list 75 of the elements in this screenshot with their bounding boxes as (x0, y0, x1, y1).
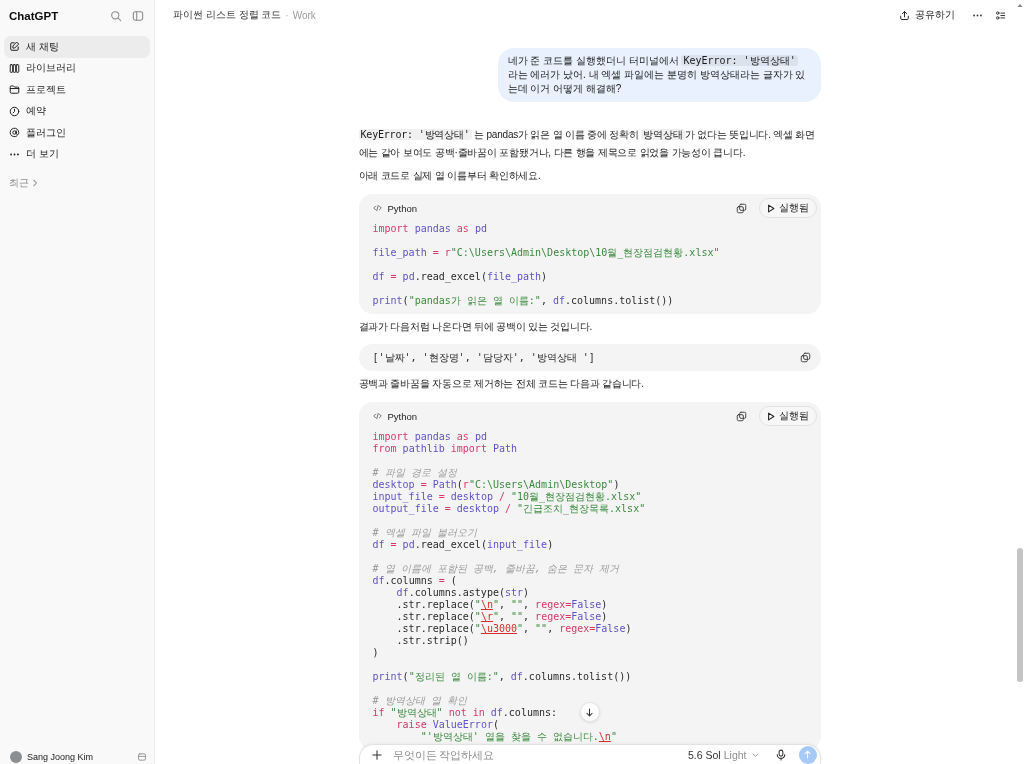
books-icon (9, 62, 20, 74)
share-icon (899, 9, 910, 21)
clock-icon (9, 105, 20, 117)
code-line: # 방역상태 열 확인 (372, 694, 467, 707)
code-language-label: Python (387, 410, 418, 422)
code-language-label: Python (387, 202, 418, 214)
run-button[interactable]: 실행됨 (758, 198, 817, 218)
copy-icon[interactable] (799, 352, 811, 363)
title-separator: · (285, 9, 289, 21)
code-line: # 파일 경로 설정 (372, 466, 457, 479)
model-selector[interactable]: 5.6 Sol Light (688, 748, 759, 761)
search-icon[interactable] (110, 10, 122, 22)
at-sign-icon (9, 127, 20, 139)
code-line: output_file = desktop / "긴급조치_현장목록.xlsx" (372, 502, 646, 515)
code-line: file_path = r"C:\Users\Admin\Desktop\10월_현장점검현황.xlsx" (372, 246, 720, 259)
microphone-icon[interactable] (774, 748, 787, 761)
composer-field[interactable]: 무엇이든 작업하세요 5.6 Sol Light (358, 744, 821, 764)
code-line: df.columns.astype(str) (395, 586, 530, 599)
code-line: desktop = Path(r"C:\Users\Admin\Desktop") (372, 478, 620, 491)
copy-icon[interactable] (735, 202, 747, 214)
message-paragraph: 공백과 줄바꿈을 자동으로 제거하는 전체 코드는 다음과 같습니다. (358, 377, 645, 391)
code-line: ['날짜', '현장명', '담당자', '방역상태 '] (372, 351, 595, 364)
sidebar-item[interactable]: 새 채팅 (4, 36, 150, 58)
user-avatar[interactable] (10, 751, 22, 763)
user-name[interactable]: Sang Joong Kim (27, 752, 94, 762)
code-icon (372, 204, 382, 212)
app-logo[interactable]: ChatGPT (9, 10, 59, 22)
scrollbar-thumb[interactable] (1017, 548, 1023, 682)
code-line: "'방역상태' 열을 찾을 수 없습니다.\n" (419, 730, 617, 743)
code-icon (372, 412, 382, 420)
sidebar-toggle-icon[interactable] (132, 10, 144, 22)
sidebar-item[interactable]: 예약 (4, 100, 150, 122)
code-line: df = pd.read_excel(file_path) (372, 270, 548, 283)
arrow-down-icon (585, 707, 594, 717)
panel-icon[interactable] (137, 752, 147, 762)
code-line: df = pd.read_excel(input_file) (372, 538, 554, 551)
code-line: if "방역상태" not in df.columns: (372, 706, 557, 719)
code-line: raise ValueError( (395, 718, 499, 731)
code-line: print("pandas가 읽은 열 이름:", df.columns.tolist()) (372, 294, 674, 307)
code-line: print("정리된 열 이름:", df.columns.tolist()) (372, 670, 632, 683)
message-paragraph: 아래 코드로 실제 열 이름부터 확인하세요. (358, 169, 542, 183)
plus-icon[interactable] (370, 748, 383, 761)
scroll-up-arrow-icon[interactable] (1017, 3, 1023, 8)
conversation-title[interactable]: 파이썬 리스트 정렬 코드 (173, 8, 282, 22)
code-line: # 열 이름에 포함된 공백, 줄바꿈, 숨은 문자 제거 (372, 562, 619, 575)
code-line: import pandas as pd (372, 430, 487, 443)
message-input[interactable]: 무엇이든 작업하세요 (392, 748, 688, 761)
code-line: ) (372, 646, 379, 659)
message-paragraph: 결과가 다음처럼 나온다면 뒤에 공백이 있는 것입니다. (358, 319, 594, 334)
caret-icon (751, 751, 759, 758)
sidebar-item[interactable]: 라이브러리 (4, 57, 150, 79)
sidebar-item[interactable]: 프로젝트 (4, 79, 150, 101)
code-line: .str.replace("\n", "", regex=False) (395, 598, 608, 611)
chevron-right-icon (32, 179, 38, 187)
run-button[interactable]: 실행됨 (758, 406, 817, 426)
user-message-bubble: 네가 준 코드를 실행했더니 터미널에서 KeyError: '방역상태' 라는 에러가 났어. 내 엑셀 파일에는 분명히 방역상태라는 글자가 있는데 이거 어떻게 해결해? (497, 48, 821, 102)
pencil-square-icon (9, 41, 20, 53)
list-icon[interactable] (995, 9, 1006, 21)
arrow-up-icon (803, 750, 812, 759)
code-line: .str.replace("\r", "", regex=False) (395, 610, 608, 623)
play-icon (766, 203, 775, 213)
copy-icon[interactable] (735, 410, 747, 422)
message-paragraph: KeyError: '방역상태' 는 pandas가 읽은 열 이름 중에 정확히 방역상태 가 없다는 뜻입니다. 엑셀 화면에는 같아 보여도 공백·줄바꿈이 포함됐거나, 다른 행을 제목으로 읽었을 가능성이 큽니다. (358, 128, 817, 160)
code-line: input_file = desktop / "10월_현장점검현황.xlsx" (372, 490, 642, 503)
code-line: # 엑셀 파일 불러오기 (372, 526, 477, 539)
sidebar-item[interactable]: 더 보기 (4, 143, 150, 165)
share-button[interactable]: 공유하기 (899, 8, 955, 22)
code-line: .str.replace("\u3000", "", regex=False) (395, 622, 632, 635)
code-line: df.columns = ( (372, 574, 457, 587)
code-line: import pandas as pd (372, 222, 487, 235)
play-icon (766, 411, 775, 421)
sidebar-item[interactable]: 플러그인 (4, 122, 150, 144)
code-line: .str.strip() (395, 634, 469, 647)
code-line: from pathlib import Path (372, 442, 518, 455)
folder-icon (9, 84, 20, 96)
